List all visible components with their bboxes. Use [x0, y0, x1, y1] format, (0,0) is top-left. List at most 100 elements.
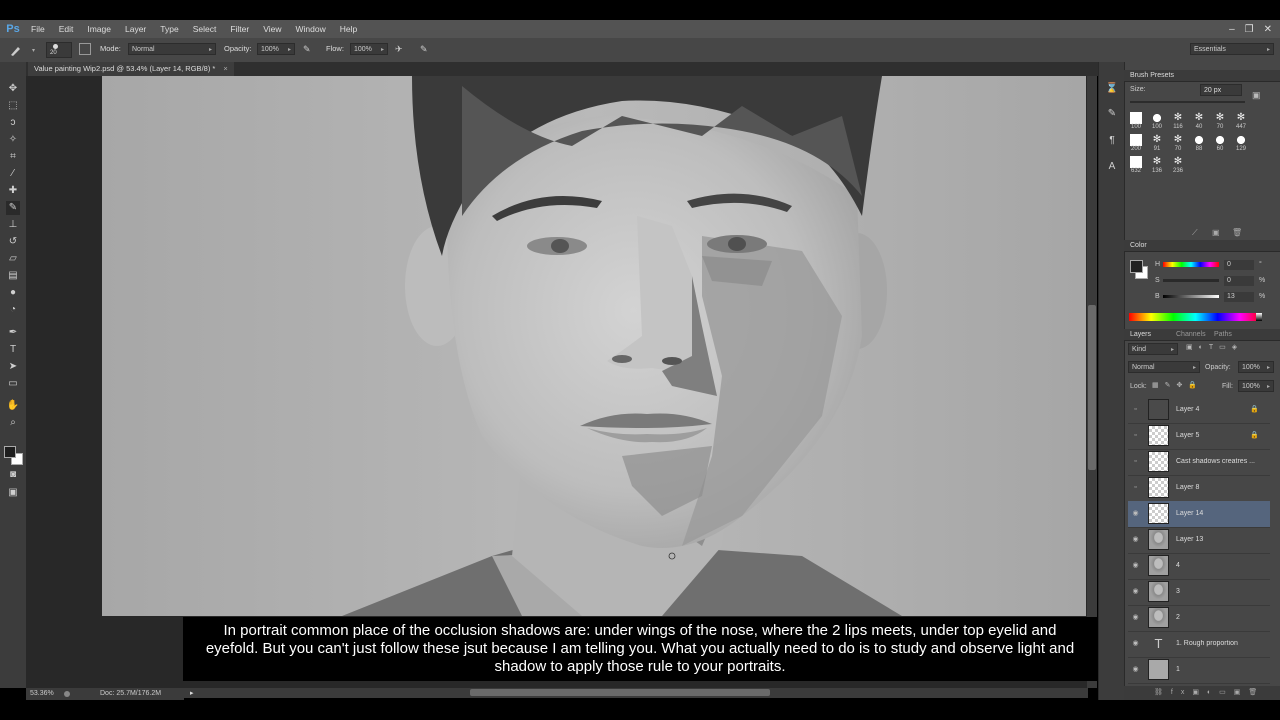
visibility-eye-icon[interactable]: ◉	[1131, 509, 1140, 518]
minimize-button[interactable]: –	[1229, 24, 1235, 35]
visibility-eye-icon[interactable]: ◉	[1131, 665, 1140, 674]
status-menu-arrow-icon[interactable]: ▸	[190, 688, 194, 700]
saturation-value[interactable]: 0	[1224, 276, 1254, 286]
close-button[interactable]: ✕	[1264, 24, 1272, 35]
fill-input[interactable]: 100%	[1238, 380, 1274, 393]
brightness-value[interactable]: 13	[1224, 292, 1254, 302]
create-preset-icon[interactable]: ▣	[1212, 228, 1220, 237]
brightness-slider[interactable]	[1163, 295, 1219, 298]
toggle-brush-panel-icon[interactable]: ⟋	[1192, 228, 1198, 238]
zoom-tool-icon[interactable]: ⌕	[6, 416, 20, 430]
color-fg-swatch[interactable]	[1130, 260, 1143, 273]
lock-icons[interactable]: ▦✎✥🔒	[1152, 381, 1212, 391]
layer-name[interactable]: Layer 14	[1176, 510, 1264, 517]
layer-name[interactable]: Layer 13	[1176, 536, 1264, 543]
layer-name[interactable]: 1. Rough proportion	[1176, 640, 1264, 647]
layer-name[interactable]: 2	[1176, 614, 1264, 621]
lasso-tool-icon[interactable]: ↄ	[6, 116, 20, 130]
brush-preset-icon[interactable]: ✻	[1151, 156, 1163, 168]
brush-presets-header[interactable]: Brush Presets	[1124, 70, 1280, 82]
color-ramp-bw[interactable]	[1256, 313, 1262, 321]
visibility-eye-icon[interactable]: ▫	[1131, 483, 1140, 492]
visibility-eye-icon[interactable]: ▫	[1131, 405, 1140, 414]
history-brush-tool-icon[interactable]: ↺	[6, 235, 20, 249]
brush-tool-icon[interactable]: ✎	[6, 201, 20, 215]
blur-tool-icon[interactable]: ●	[6, 286, 20, 300]
painting-canvas[interactable]	[102, 76, 1086, 616]
hue-slider[interactable]	[1163, 262, 1219, 267]
brush-preset-icon[interactable]: ✻	[1193, 112, 1205, 124]
visibility-eye-icon[interactable]: ◉	[1131, 561, 1140, 570]
tab-paths[interactable]: Paths	[1214, 329, 1232, 340]
pen-tool-icon[interactable]: ✒	[6, 326, 20, 340]
brush-size-slider[interactable]	[1130, 101, 1245, 103]
zoom-level[interactable]: 53.36%	[30, 688, 54, 700]
menu-edit[interactable]: Edit	[52, 20, 81, 38]
brush-preset-icon[interactable]	[1130, 156, 1142, 168]
dodge-tool-icon[interactable]: ◔	[6, 303, 20, 317]
new-preset-icon[interactable]: ▣	[1252, 90, 1264, 102]
visibility-eye-icon[interactable]: ▫	[1131, 431, 1140, 440]
menu-help[interactable]: Help	[333, 20, 364, 38]
brush-preset-icon[interactable]	[1193, 134, 1205, 146]
menu-image[interactable]: Image	[80, 20, 118, 38]
layer-name[interactable]: Layer 8	[1176, 484, 1264, 491]
brush-preset-icon[interactable]: ✻	[1151, 134, 1163, 146]
menu-file[interactable]: File	[24, 20, 52, 38]
brush-preset-icon[interactable]: ✻	[1235, 112, 1247, 124]
foreground-color-swatch[interactable]	[4, 446, 16, 458]
status-info-icon[interactable]	[64, 691, 70, 697]
brush-preset-icon[interactable]: ✻	[1172, 112, 1184, 124]
brush-panel-icon[interactable]: ✎	[1105, 107, 1119, 121]
brush-preset-icon[interactable]: ✻	[1172, 156, 1184, 168]
tab-channels[interactable]: Channels	[1176, 329, 1206, 340]
brush-size-picker[interactable]: 20	[46, 42, 72, 58]
visibility-eye-icon[interactable]: ◉	[1131, 535, 1140, 544]
visibility-eye-icon[interactable]: ◉	[1131, 587, 1140, 596]
visibility-eye-icon[interactable]: ◉	[1131, 639, 1140, 648]
visibility-eye-icon[interactable]: ◉	[1131, 613, 1140, 622]
healing-tool-icon[interactable]: ✚	[6, 184, 20, 198]
layer-name[interactable]: 4	[1176, 562, 1264, 569]
layer-name[interactable]: Cast shadows creatres ...	[1176, 458, 1264, 465]
restore-button[interactable]: ❐	[1245, 24, 1254, 35]
color-panel-header[interactable]: Color	[1124, 240, 1280, 252]
visibility-eye-icon[interactable]: ▫	[1131, 457, 1140, 466]
color-ramp[interactable]	[1129, 313, 1262, 321]
layer-filter-icons[interactable]: ▣◐T▭◈	[1186, 343, 1266, 355]
opacity-input[interactable]: 100%	[257, 43, 295, 56]
marquee-tool-icon[interactable]: ⬚	[6, 99, 20, 113]
menu-layer[interactable]: Layer	[118, 20, 153, 38]
airbrush-icon[interactable]: ✈	[395, 43, 407, 55]
layers-footer[interactable]: ⛓fx▣◐▭▣🗑	[1124, 686, 1280, 700]
horizontal-scroll-thumb[interactable]	[470, 689, 770, 696]
menu-select[interactable]: Select	[186, 20, 224, 38]
crop-tool-icon[interactable]: ⌗	[6, 150, 20, 164]
document-tab[interactable]: Value painting Wip2.psd @ 53.4% (Layer 1…	[28, 62, 234, 76]
character-panel-icon[interactable]: A	[1105, 160, 1119, 174]
document-close-icon[interactable]: ×	[223, 64, 227, 73]
menu-filter[interactable]: Filter	[223, 20, 256, 38]
vertical-scroll-thumb[interactable]	[1088, 305, 1096, 470]
menu-window[interactable]: Window	[288, 20, 332, 38]
quick-mask-icon[interactable]: ◙	[6, 468, 20, 482]
brush-preset-icon[interactable]	[1151, 112, 1163, 124]
menu-type[interactable]: Type	[153, 20, 185, 38]
pressure-opacity-icon[interactable]: ✎	[303, 43, 315, 55]
hand-tool-icon[interactable]: ✋	[6, 399, 20, 413]
history-panel-icon[interactable]: ⌛	[1105, 82, 1119, 96]
stamp-tool-icon[interactable]: ⊥	[6, 218, 20, 232]
move-tool-icon[interactable]: ✥	[6, 82, 20, 96]
shape-tool-icon[interactable]: ▭	[6, 377, 20, 391]
tool-preset-picker[interactable]	[8, 43, 38, 57]
layer-name[interactable]: 3	[1176, 588, 1264, 595]
paragraph-panel-icon[interactable]: ¶	[1105, 134, 1119, 148]
brush-preset-icon[interactable]	[1130, 112, 1142, 124]
brush-preset-icon[interactable]	[1235, 134, 1247, 146]
menu-view[interactable]: View	[256, 20, 288, 38]
brush-preset-icon[interactable]: ✻	[1214, 112, 1226, 124]
saturation-slider[interactable]	[1163, 279, 1219, 282]
quick-select-tool-icon[interactable]: ✧	[6, 133, 20, 147]
layer-opacity-input[interactable]: 100%	[1238, 361, 1274, 374]
delete-preset-icon[interactable]: 🗑	[1232, 228, 1242, 237]
